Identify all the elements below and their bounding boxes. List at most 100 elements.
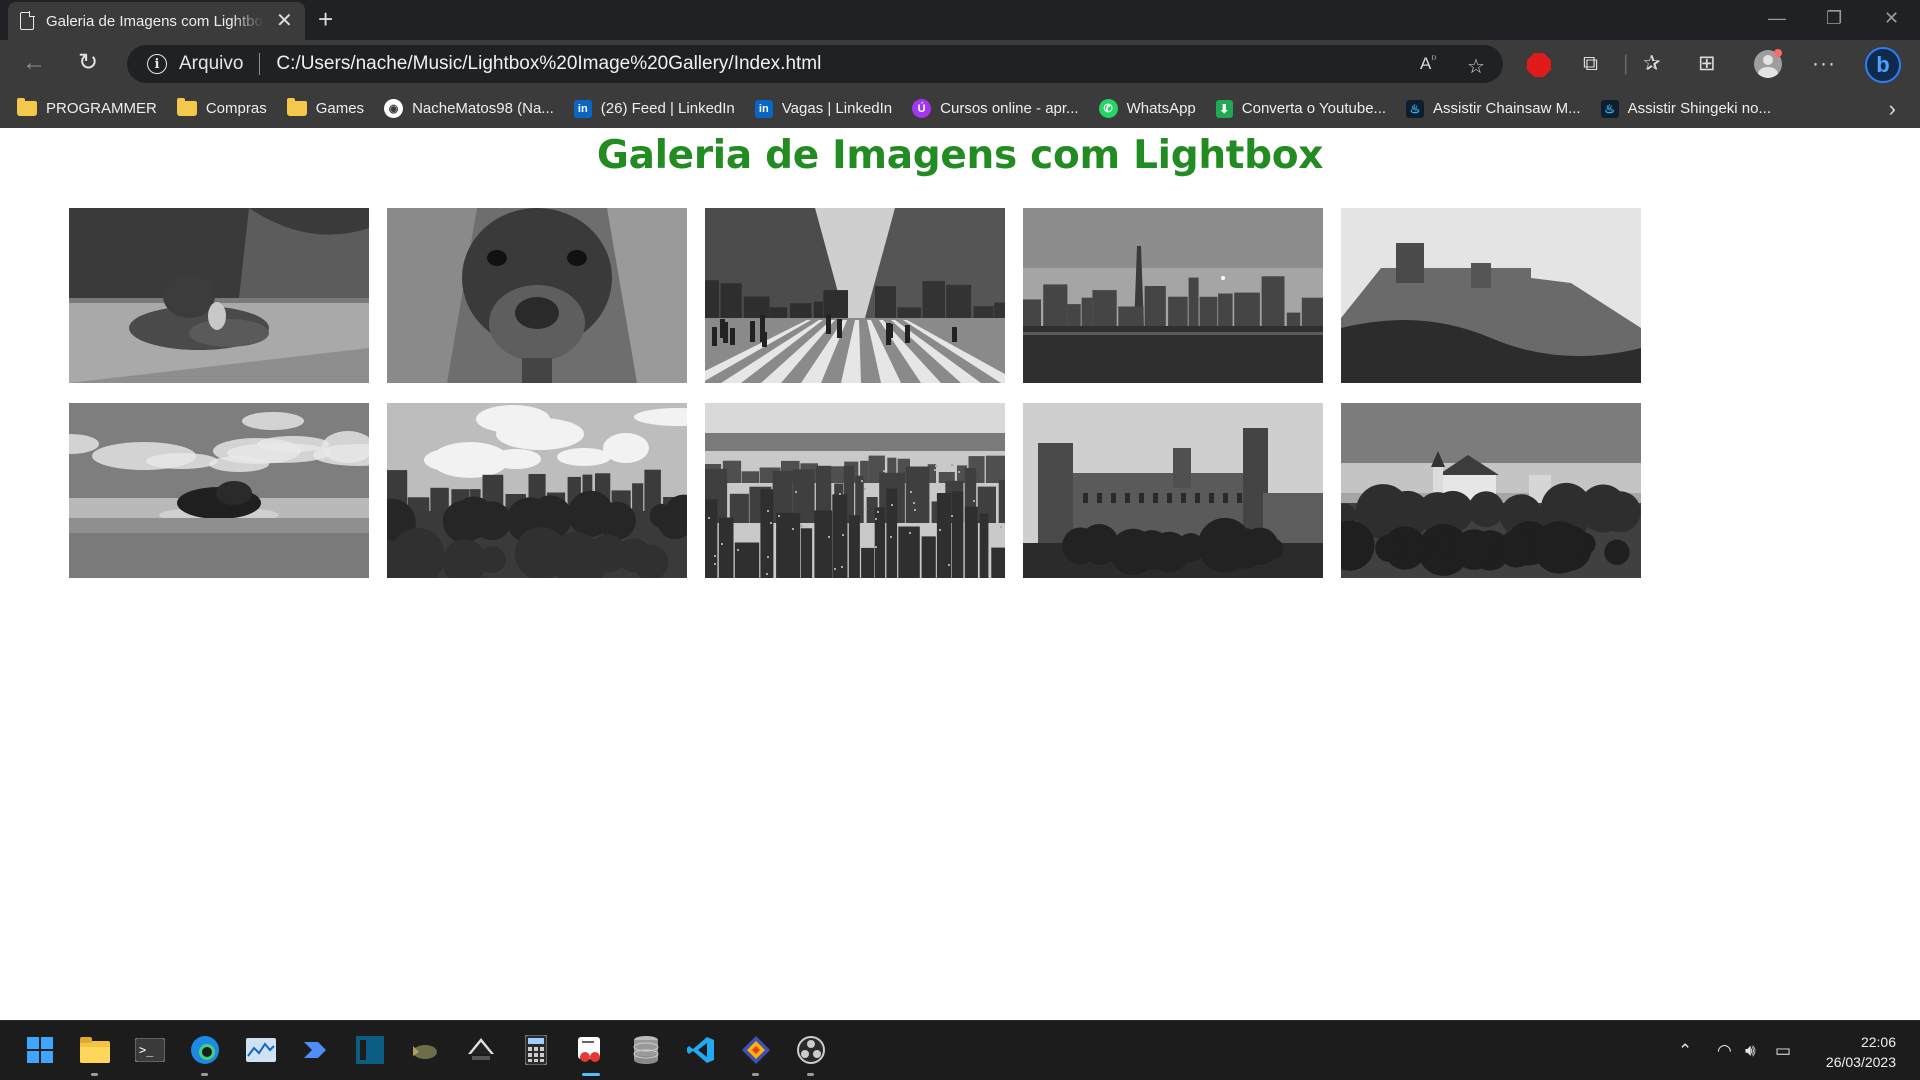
power-automate-icon[interactable] bbox=[298, 1033, 332, 1067]
system-clock[interactable]: 22:06 26/03/2023 bbox=[1826, 1032, 1896, 1072]
browser-toolbar: ← ↻ i Arquivo C:/Users/nache/Music/Light… bbox=[0, 40, 1920, 89]
edge-icon[interactable] bbox=[188, 1033, 222, 1076]
close-tab-icon[interactable]: ✕ bbox=[276, 11, 293, 31]
show-hidden-icons-icon[interactable]: ⌃ bbox=[1678, 1041, 1692, 1061]
running-indicator bbox=[91, 1073, 98, 1076]
title-bar: Galeria de Imagens com Lightbox ✕ + — ❐ … bbox=[0, 0, 1920, 40]
bookmark-label: (26) Feed | LinkedIn bbox=[600, 100, 735, 117]
start-icon[interactable] bbox=[23, 1033, 57, 1067]
dog-lying-on-pavement-image bbox=[69, 208, 369, 383]
gallery-thumbnail[interactable] bbox=[1341, 403, 1641, 578]
castle-on-cliff-image bbox=[1341, 208, 1641, 383]
restore-icon[interactable]: ❐ bbox=[1826, 8, 1842, 29]
back-icon[interactable]: ← bbox=[22, 50, 46, 76]
whatsapp-icon: ✆ bbox=[1098, 99, 1118, 118]
obs-icon[interactable] bbox=[794, 1033, 828, 1076]
jetbrains-icon[interactable] bbox=[353, 1033, 387, 1067]
gallery-thumbnail[interactable] bbox=[705, 403, 1005, 578]
vscode-icon[interactable] bbox=[684, 1033, 718, 1067]
divider bbox=[259, 53, 261, 75]
battery-icon[interactable]: ▭ bbox=[1775, 1041, 1791, 1061]
bookmark-label: Games bbox=[315, 100, 365, 117]
linkedin-icon: in bbox=[573, 99, 592, 118]
document-icon bbox=[20, 11, 35, 30]
bookmark-label: Vagas | LinkedIn bbox=[781, 100, 893, 117]
windows-taskbar: ⌃ ◠ 🔊︎ ▭ 22:06 26/03/2023 >_ bbox=[0, 1020, 1920, 1080]
inkscape-icon[interactable] bbox=[464, 1033, 498, 1067]
download-icon: ⬇ bbox=[1215, 99, 1233, 118]
volume-icon[interactable]: 🔊︎ bbox=[1745, 1041, 1756, 1061]
dog-closeup-nose-image bbox=[387, 208, 687, 383]
adblock-extension-icon[interactable] bbox=[1527, 53, 1551, 77]
image-gallery bbox=[69, 208, 1641, 578]
file-explorer-icon[interactable] bbox=[78, 1033, 112, 1076]
address-bar[interactable]: i Arquivo C:/Users/nache/Music/Lightbox%… bbox=[127, 45, 1503, 83]
tab-title: Galeria de Imagens com Lightbox bbox=[46, 12, 264, 30]
add-favorite-icon[interactable]: ☆ bbox=[1467, 54, 1485, 79]
bookmark-label: Compras bbox=[205, 100, 267, 117]
collections-icon[interactable]: ⊞ bbox=[1698, 52, 1716, 76]
info-icon[interactable]: i bbox=[147, 54, 167, 74]
svg-text:>_: >_ bbox=[139, 1043, 154, 1057]
bookmark-item[interactable]: Ú Cursos online - apr... bbox=[912, 99, 1079, 118]
running-indicator bbox=[752, 1073, 759, 1076]
tab-active[interactable]: Galeria de Imagens com Lightbox ✕ bbox=[8, 2, 305, 40]
wifi-icon[interactable]: ◠ bbox=[1717, 1041, 1732, 1061]
bookmark-item[interactable]: PROGRAMMER bbox=[17, 98, 157, 117]
database-icon[interactable] bbox=[629, 1033, 663, 1067]
gallery-thumbnail[interactable] bbox=[387, 403, 687, 578]
bookmark-item[interactable]: ◉ NacheMatos98 (Na... bbox=[384, 99, 554, 118]
gallery-thumbnail[interactable] bbox=[1023, 403, 1323, 578]
close-window-icon[interactable]: ✕ bbox=[1884, 8, 1899, 29]
fairytale-castle-forest-image bbox=[1341, 403, 1641, 578]
bookmark-item[interactable]: ♨ Assistir Chainsaw M... bbox=[1406, 99, 1581, 118]
folder-icon bbox=[176, 98, 197, 116]
bing-chat-icon[interactable]: b bbox=[1865, 47, 1901, 83]
folder-icon bbox=[17, 98, 37, 116]
bookmark-label: Assistir Chainsaw M... bbox=[1433, 100, 1581, 117]
gallery-thumbnail[interactable] bbox=[69, 208, 369, 383]
gallery-thumbnail[interactable] bbox=[387, 208, 687, 383]
gallery-thumbnail[interactable] bbox=[1341, 208, 1641, 383]
snipping-tool-icon[interactable] bbox=[574, 1033, 608, 1076]
calculator-icon[interactable] bbox=[519, 1033, 553, 1067]
bookmark-item[interactable]: ✆ WhatsApp bbox=[1098, 99, 1196, 118]
minimize-icon[interactable]: — bbox=[1768, 8, 1786, 29]
page-title: Galeria de Imagens com Lightbox bbox=[596, 133, 1324, 178]
running-indicator bbox=[807, 1073, 814, 1076]
refresh-icon[interactable]: ↻ bbox=[78, 50, 98, 76]
bookmark-item[interactable]: in (26) Feed | LinkedIn bbox=[573, 99, 735, 118]
extensions-icon[interactable]: ⧉ bbox=[1583, 52, 1598, 76]
bookmark-label: NacheMatos98 (Na... bbox=[412, 100, 554, 117]
bookmark-label: Cursos online - apr... bbox=[940, 100, 1079, 117]
chevron-right-icon[interactable]: › bbox=[1889, 96, 1896, 122]
tropical-island-image bbox=[69, 403, 369, 578]
bookmark-item[interactable]: ⬇ Converta o Youtube... bbox=[1215, 99, 1386, 118]
task-manager-icon[interactable] bbox=[244, 1033, 278, 1067]
new-tab-icon[interactable]: + bbox=[318, 6, 333, 32]
bookmark-item[interactable]: Compras bbox=[176, 98, 267, 117]
git-icon[interactable] bbox=[739, 1033, 773, 1076]
read-aloud-icon[interactable]: A⁽⁾ bbox=[1420, 54, 1436, 74]
bookmark-item[interactable]: ♨ Assistir Shingeki no... bbox=[1600, 99, 1771, 118]
crossover-icon[interactable] bbox=[408, 1033, 442, 1067]
flame-icon: ♨ bbox=[1406, 99, 1425, 118]
clock-date: 26/03/2023 bbox=[1825, 1054, 1896, 1070]
gallery-thumbnail[interactable] bbox=[1023, 208, 1323, 383]
city-skyline-waterfront-image bbox=[1023, 208, 1323, 383]
udemy-icon: Ú bbox=[912, 99, 932, 118]
stone-castle-image bbox=[1023, 403, 1323, 578]
gallery-thumbnail[interactable] bbox=[69, 403, 369, 578]
favorites-icon[interactable]: ✰ bbox=[1643, 52, 1661, 76]
bookmark-item[interactable]: in Vagas | LinkedIn bbox=[754, 99, 893, 118]
terminal-icon[interactable]: >_ bbox=[133, 1033, 167, 1067]
bookmark-label: PROGRAMMER bbox=[46, 100, 157, 117]
flame-icon: ♨ bbox=[1600, 99, 1619, 118]
gallery-thumbnail[interactable] bbox=[705, 208, 1005, 383]
profile-notification-dot bbox=[1774, 49, 1782, 57]
url-text[interactable]: C:/Users/nache/Music/Lightbox%20Image%20… bbox=[276, 53, 821, 75]
bookmark-label: WhatsApp bbox=[1126, 100, 1196, 117]
bookmark-item[interactable]: Games bbox=[286, 98, 365, 117]
toolbar-divider: | bbox=[1623, 52, 1629, 75]
more-options-icon[interactable]: ··· bbox=[1812, 52, 1836, 76]
